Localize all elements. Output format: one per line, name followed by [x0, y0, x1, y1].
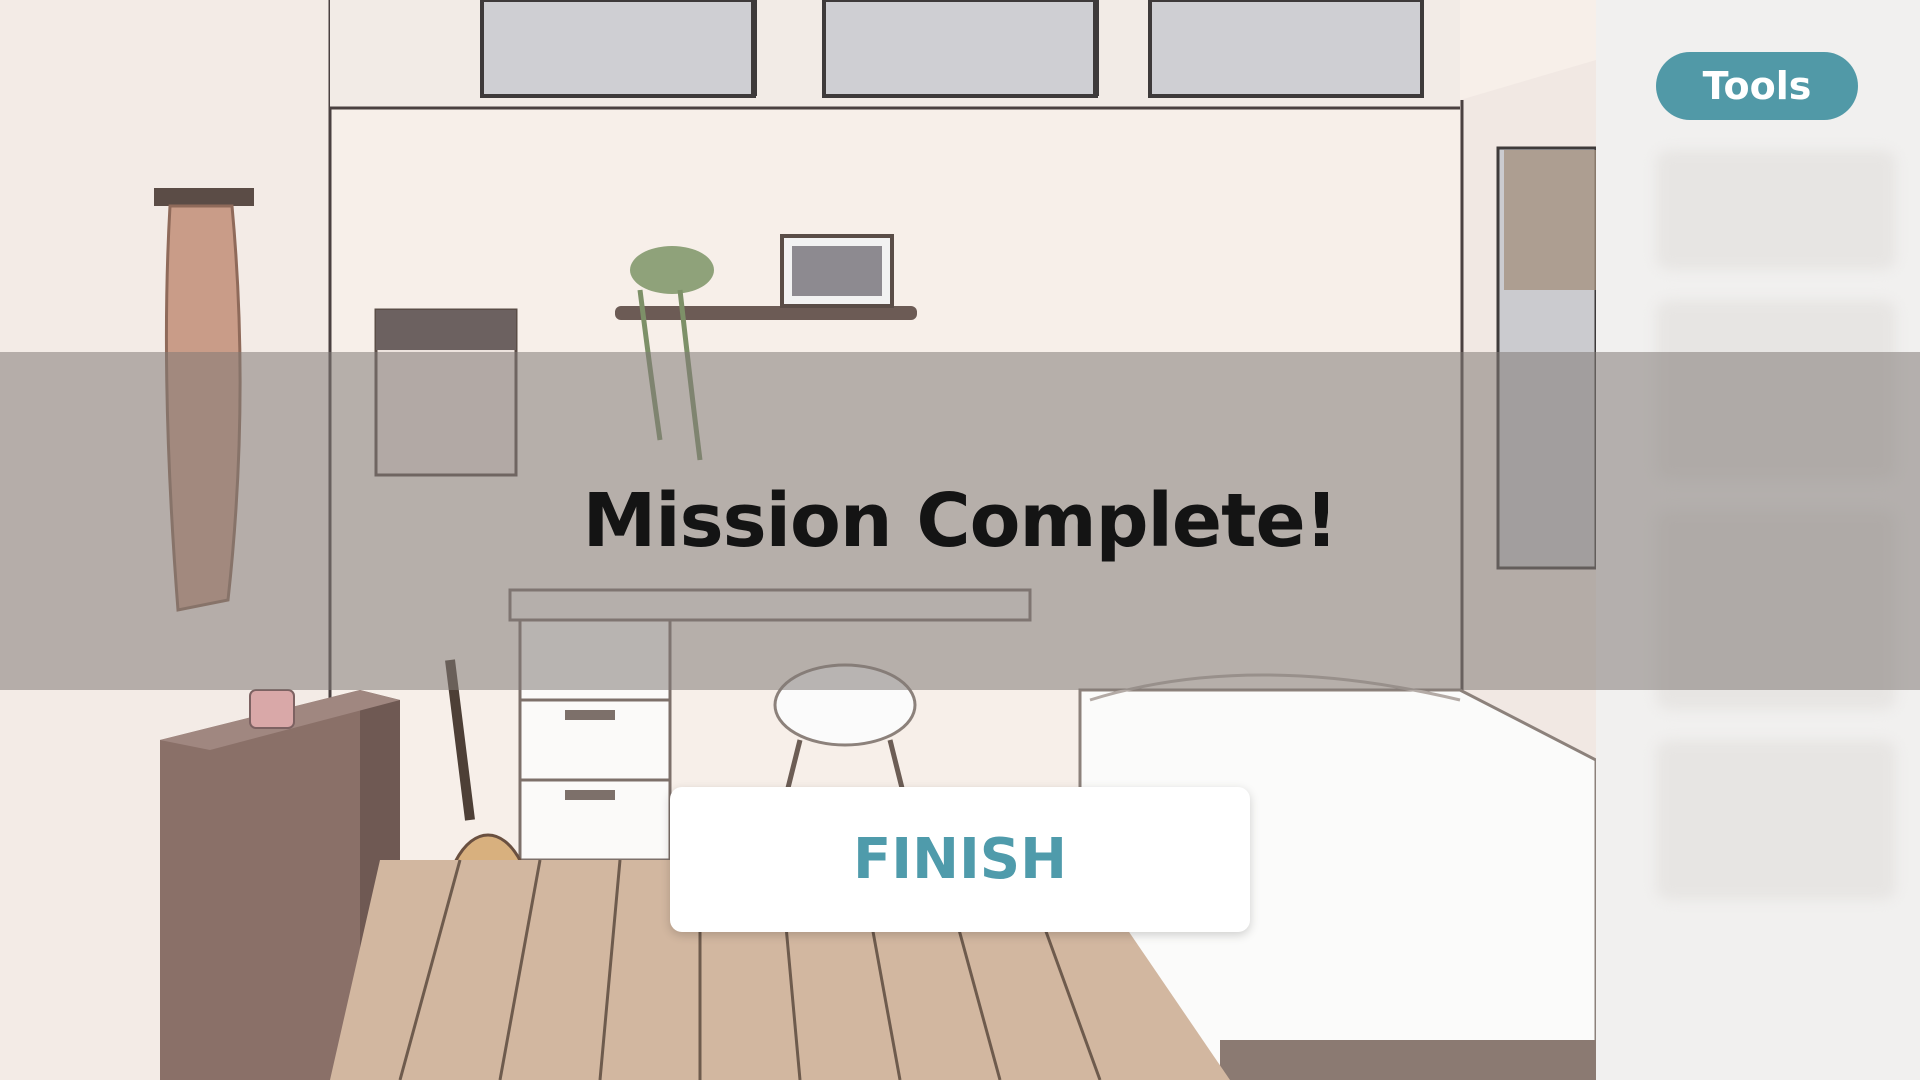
blurred-placeholder [1656, 740, 1896, 900]
mission-complete-title: Mission Complete! [582, 478, 1339, 564]
finish-button[interactable]: FINISH [670, 787, 1250, 932]
window-panes [480, 0, 1424, 98]
game-screen: Mission Complete! FINISH Tools [0, 0, 1920, 1080]
blurred-placeholder [1656, 150, 1896, 270]
tools-button[interactable]: Tools [1656, 52, 1858, 120]
